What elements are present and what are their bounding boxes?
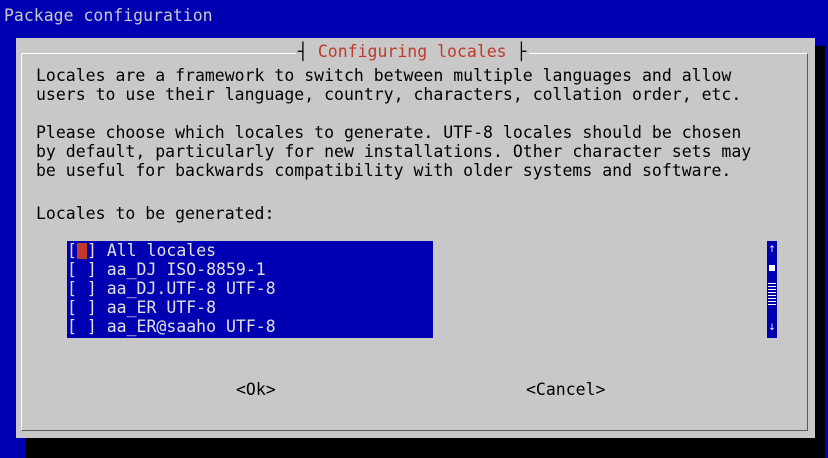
instructions-line-1: Please choose which locales to generate.… xyxy=(36,123,742,142)
back-title: Package configuration xyxy=(4,6,213,25)
dialog-window: ┤ Configuring locales ├ Locales are a fr… xyxy=(16,38,815,438)
checkbox[interactable]: [ ] xyxy=(67,317,97,336)
description-line-1: Locales are a framework to switch betwee… xyxy=(36,66,732,85)
checkbox[interactable]: [ ] xyxy=(67,260,97,279)
scrollbar-thumb[interactable] xyxy=(769,265,775,271)
instructions-line-2: by default, particularly for new install… xyxy=(36,142,752,161)
dialog-title-box: ┤ Configuring locales ├ xyxy=(296,42,529,61)
dialog-shadow-bottom xyxy=(26,438,825,458)
list-item-aa-er-utf8[interactable]: [ ] aa_ER UTF-8 xyxy=(67,298,433,317)
list-scrollbar[interactable]: ↑ ↓ xyxy=(767,241,777,338)
list-item-label: aa_DJ.UTF-8 UTF-8 xyxy=(106,279,276,298)
list-item-all-locales[interactable]: [] All locales xyxy=(67,241,433,260)
cursor-icon xyxy=(76,243,87,259)
description-line-2: users to use their language, country, ch… xyxy=(36,85,742,104)
list-item-label: All locales xyxy=(106,241,217,260)
checkbox[interactable]: [] xyxy=(67,241,97,260)
list-item-aa-er-saaho[interactable]: [ ] aa_ER@saaho UTF-8 xyxy=(67,317,433,336)
list-item-label: aa_DJ ISO-8859-1 xyxy=(106,260,266,279)
arrow-up-icon[interactable]: ↑ xyxy=(767,245,777,255)
dialog-title: Configuring locales xyxy=(317,42,507,61)
checkbox[interactable]: [ ] xyxy=(67,279,97,298)
instructions-line-3: be useful for backwards compatibility wi… xyxy=(36,161,732,180)
cancel-button[interactable]: <Cancel> xyxy=(526,380,605,399)
list-item-aa-dj-utf8[interactable]: [ ] aa_DJ.UTF-8 UTF-8 xyxy=(67,279,433,298)
list-item-aa-dj-iso[interactable]: [ ] aa_DJ ISO-8859-1 xyxy=(67,260,433,279)
checkbox[interactable]: [ ] xyxy=(67,298,97,317)
arrow-down-icon[interactable]: ↓ xyxy=(767,323,777,333)
ok-button[interactable]: <Ok> xyxy=(236,380,276,399)
locale-checklist[interactable]: [] All locales [ ] aa_DJ ISO-8859-1 [ ] … xyxy=(67,241,433,338)
list-label: Locales to be generated: xyxy=(36,204,275,223)
list-item-label: aa_ER@saaho UTF-8 xyxy=(106,317,276,336)
dialog-shadow xyxy=(815,46,825,446)
list-item-label: aa_ER UTF-8 xyxy=(106,298,217,317)
scrollbar-track xyxy=(768,283,776,307)
